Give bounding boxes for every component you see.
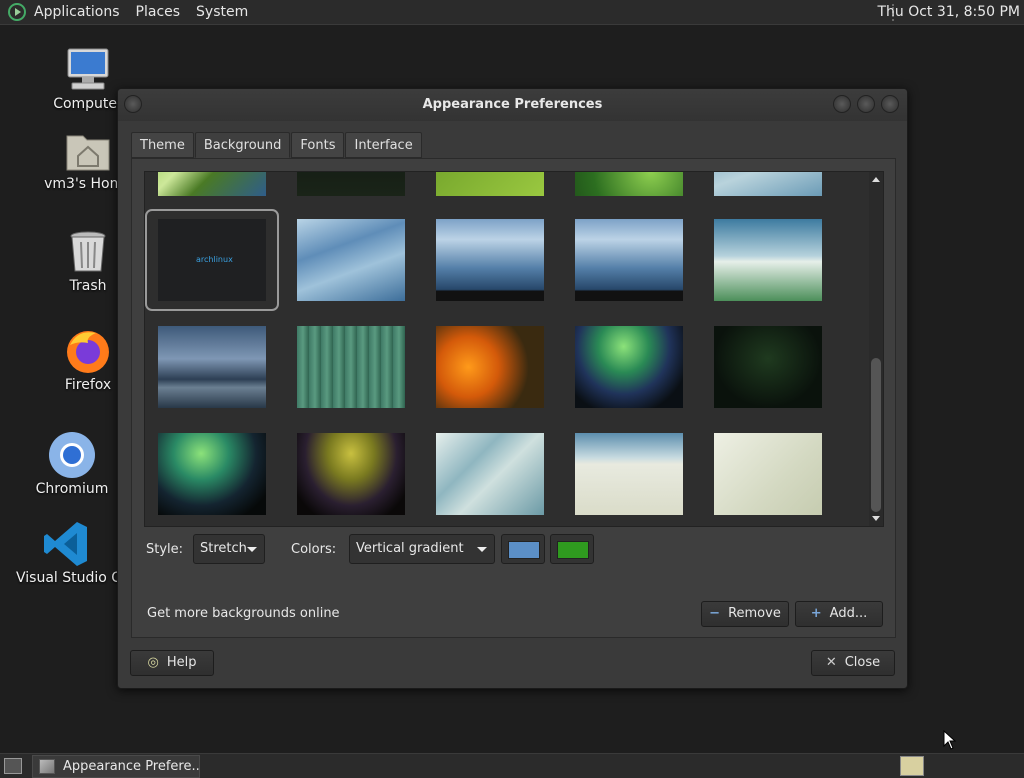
trash-icon bbox=[64, 228, 112, 276]
desktop-icon-chromium[interactable]: Chromium bbox=[17, 431, 127, 497]
close-button[interactable]: ✕ Close bbox=[811, 650, 895, 676]
wallpaper-thumbnail[interactable] bbox=[158, 326, 266, 408]
vscode-icon bbox=[43, 520, 91, 568]
help-lifebuoy-icon: ◎ bbox=[147, 655, 159, 670]
wallpaper-thumbnail[interactable] bbox=[714, 326, 822, 408]
secondary-color-button[interactable] bbox=[550, 534, 594, 564]
menu-places[interactable]: Places bbox=[128, 4, 189, 20]
mouse-pointer-icon bbox=[943, 730, 957, 750]
taskbar-window-title: Appearance Prefere... bbox=[63, 759, 200, 774]
clock[interactable]: Thu Oct 31, 8:50 PM bbox=[877, 0, 1020, 25]
wallpaper-thumbnail[interactable] bbox=[575, 172, 683, 196]
colors-dropdown[interactable]: Vertical gradient bbox=[349, 534, 495, 564]
title-bar[interactable]: Appearance Preferences bbox=[118, 89, 907, 121]
remove-button[interactable]: − Remove bbox=[701, 601, 789, 627]
window-menu-button[interactable] bbox=[124, 95, 142, 113]
scroll-up-arrow-icon[interactable] bbox=[872, 177, 880, 182]
window-close-button[interactable] bbox=[881, 95, 899, 113]
wallpaper-thumbnail[interactable] bbox=[714, 172, 822, 196]
wallpaper-thumbnail[interactable] bbox=[436, 172, 544, 196]
help-button-label: Help bbox=[166, 655, 197, 670]
wallpaper-thumbnail[interactable] bbox=[158, 172, 266, 196]
wallpaper-thumbnail[interactable] bbox=[436, 326, 544, 408]
menu-applications[interactable]: Applications bbox=[26, 4, 128, 20]
help-button[interactable]: ◎ Help bbox=[130, 650, 214, 676]
wallpaper-thumbnail[interactable] bbox=[436, 433, 544, 515]
close-icon: ✕ bbox=[825, 655, 837, 670]
primary-color-swatch bbox=[508, 541, 540, 559]
chevron-down-icon bbox=[477, 547, 487, 552]
menu-system[interactable]: System bbox=[188, 4, 256, 20]
computer-icon bbox=[64, 46, 112, 94]
wallpaper-thumbnail[interactable] bbox=[575, 326, 683, 408]
wallpaper-thumbnail[interactable] bbox=[575, 433, 683, 515]
scroll-down-arrow-icon[interactable] bbox=[872, 516, 880, 521]
wallpaper-thumbnail-selected[interactable]: archlinux bbox=[158, 219, 266, 301]
style-dropdown-value: Stretch bbox=[200, 541, 247, 556]
desktop-icon-label: Chromium bbox=[35, 481, 109, 497]
tab-bar: Theme Background Fonts Interface bbox=[131, 132, 423, 158]
remove-button-label: Remove bbox=[728, 606, 781, 621]
primary-color-button[interactable] bbox=[501, 534, 545, 564]
tab-fonts[interactable]: Fonts bbox=[291, 132, 345, 158]
background-tab-panel: archlinux Style: Stretch Colors: Vertica… bbox=[131, 158, 896, 638]
distro-logo-icon[interactable] bbox=[8, 3, 26, 21]
wallpaper-gallery: archlinux bbox=[144, 171, 884, 527]
wallpaper-thumbnail[interactable] bbox=[436, 219, 544, 301]
wallpaper-thumbnail[interactable] bbox=[714, 433, 822, 515]
colors-dropdown-value: Vertical gradient bbox=[356, 541, 464, 556]
wallpaper-thumbnail[interactable] bbox=[575, 219, 683, 301]
tab-theme[interactable]: Theme bbox=[131, 132, 194, 158]
wallpaper-thumbnail[interactable] bbox=[297, 326, 405, 408]
colors-label: Colors: bbox=[291, 542, 337, 557]
archlinux-logo-text: archlinux bbox=[196, 255, 233, 264]
maximize-button[interactable] bbox=[857, 95, 875, 113]
taskbar-window-button[interactable]: Appearance Prefere... bbox=[32, 755, 200, 778]
desktop-icon-vscode[interactable]: Visual Studio Code bbox=[16, 520, 118, 586]
home-folder-icon bbox=[64, 126, 112, 174]
plus-icon: + bbox=[810, 606, 822, 621]
add-button-label: Add... bbox=[829, 606, 868, 621]
close-button-label: Close bbox=[844, 655, 881, 670]
firefox-icon bbox=[64, 327, 112, 375]
top-panel: Applications Places System Thu Oct 31, 8… bbox=[0, 0, 1024, 25]
appearance-app-icon bbox=[39, 759, 55, 774]
tab-background[interactable]: Background bbox=[194, 132, 291, 158]
gallery-scrollbar[interactable] bbox=[869, 172, 883, 526]
style-label: Style: bbox=[146, 542, 184, 557]
appearance-preferences-dialog: Appearance Preferences Theme Background … bbox=[117, 88, 908, 689]
add-button[interactable]: + Add... bbox=[795, 601, 883, 627]
minimize-button[interactable] bbox=[833, 95, 851, 113]
chevron-down-icon bbox=[247, 547, 257, 552]
wallpaper-thumbnail[interactable] bbox=[297, 172, 405, 196]
tab-interface[interactable]: Interface bbox=[345, 132, 422, 158]
style-dropdown[interactable]: Stretch bbox=[193, 534, 265, 564]
desktop-icon-label: Visual Studio Code bbox=[16, 570, 118, 586]
chromium-icon bbox=[48, 431, 96, 479]
wallpaper-thumbnail[interactable] bbox=[158, 433, 266, 515]
show-desktop-icon[interactable] bbox=[4, 758, 22, 774]
workspace-switcher-icon[interactable] bbox=[900, 756, 924, 776]
minus-icon: − bbox=[709, 606, 721, 621]
wallpaper-thumbnail[interactable] bbox=[714, 219, 822, 301]
get-more-backgrounds-link[interactable]: Get more backgrounds online bbox=[147, 606, 340, 621]
scrollbar-thumb[interactable] bbox=[871, 358, 881, 512]
bottom-panel: Appearance Prefere... bbox=[0, 753, 1024, 778]
secondary-color-swatch bbox=[557, 541, 589, 559]
wallpaper-thumbnail[interactable] bbox=[297, 219, 405, 301]
wallpaper-thumbnail[interactable] bbox=[297, 433, 405, 515]
window-title: Appearance Preferences bbox=[422, 97, 603, 112]
